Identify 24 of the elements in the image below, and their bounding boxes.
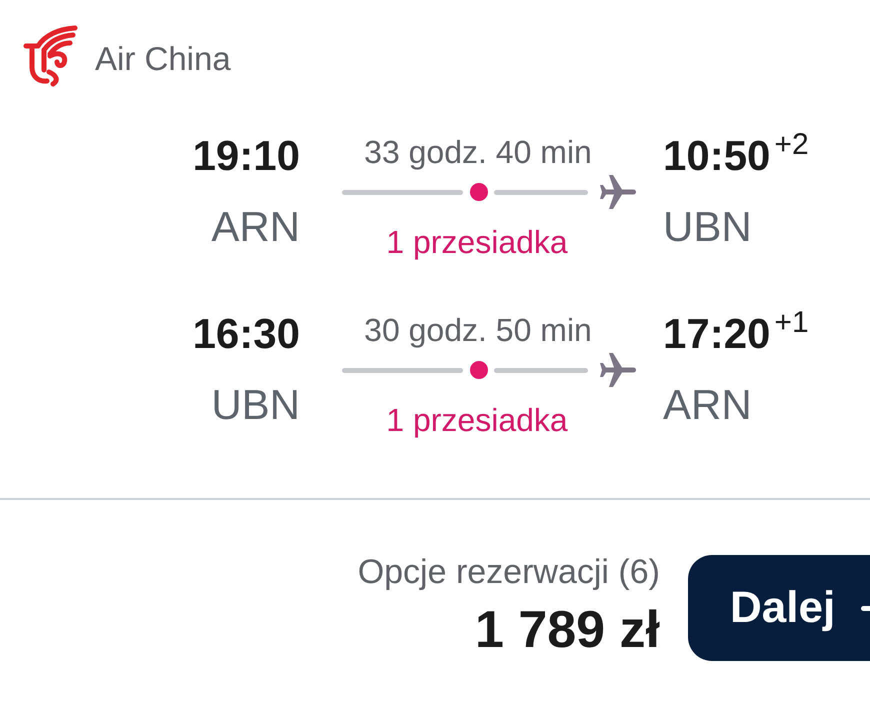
day-offset: +1 — [774, 308, 809, 338]
arrival-time: 10:50 — [663, 132, 770, 180]
stops-label: 1 przesiadka — [385, 223, 569, 262]
day-offset: +2 — [774, 130, 809, 160]
departure-airport: ARN — [211, 203, 300, 251]
stop-dot-icon — [470, 361, 488, 379]
stops-label: 1 przesiadka — [385, 401, 569, 440]
arrival-time: 17:20 — [663, 310, 770, 358]
arrival-airport: UBN — [663, 203, 752, 251]
flight-duration: 30 godz. 50 min — [363, 311, 593, 350]
continue-button[interactable]: Dalej — [688, 555, 870, 661]
arrow-icon — [861, 606, 870, 610]
arrival-airport: ARN — [663, 381, 752, 429]
booking-options-label: Opcje rezerwacji (6) — [358, 552, 660, 592]
price: 1 789 zł — [474, 602, 660, 658]
logo-icon — [23, 25, 78, 87]
departure-time: 16:30 — [192, 310, 300, 358]
plane-icon — [600, 175, 636, 209]
flight-duration: 33 godz. 40 min — [363, 133, 593, 172]
departure-time: 19:10 — [192, 132, 300, 180]
stop-dot-icon — [470, 183, 488, 201]
departure-airport: UBN — [211, 381, 300, 429]
plane-icon — [600, 353, 636, 387]
airline-name: Air China — [95, 39, 231, 79]
